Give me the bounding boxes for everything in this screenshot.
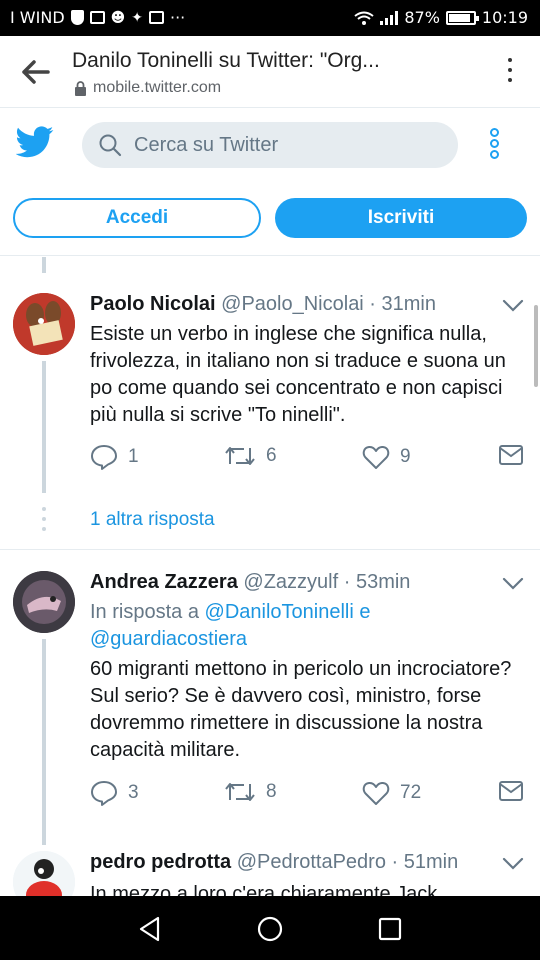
reply-count: 1 (128, 446, 139, 467)
nav-back-icon[interactable] (138, 916, 162, 942)
author-name[interactable]: pedro pedrotta (90, 851, 231, 873)
envelope-icon (499, 445, 523, 465)
battery-level (448, 13, 470, 22)
reply-context: In risposta a @DaniloToninelli e @guardi… (90, 599, 530, 653)
more-notifications-icon: ··· (169, 8, 186, 27)
reply-count: 3 (128, 782, 139, 803)
carrier-label: I WIND (10, 8, 65, 27)
search-input[interactable]: Cerca su Twitter (82, 122, 458, 168)
more-replies-link[interactable]: 1 altra risposta (90, 509, 215, 531)
search-placeholder: Cerca su Twitter (134, 133, 279, 156)
tweet-text: In mezzo a loro c'era chiaramente Jack (90, 883, 438, 896)
envelope-icon (499, 781, 523, 801)
tweet-header: Paolo Nicolai @Paolo_Nicolai · 31min (90, 293, 436, 316)
reply-prefix: In risposta a (90, 601, 199, 623)
chevron-down-icon[interactable] (502, 299, 524, 313)
system-navigation-bar (0, 896, 540, 960)
nav-recents-icon[interactable] (378, 917, 402, 941)
user-add-icon: ☻ (110, 9, 126, 26)
wifi-icon (354, 11, 374, 25)
tweet-actions: 1 6 9 (90, 444, 530, 474)
tweet-actions: 3 8 72 (90, 780, 530, 810)
author-name[interactable]: Paolo Nicolai (90, 293, 216, 315)
author-handle[interactable]: @Zazzyulf · 53min (243, 571, 410, 593)
thread-connector (42, 361, 46, 493)
retweet-count: 6 (266, 445, 277, 466)
thread-dots (42, 507, 46, 537)
login-button[interactable]: Accedi (13, 198, 261, 238)
twitter-header: Cerca su Twitter Accedi Iscriviti (0, 108, 540, 256)
retweet-action[interactable]: 8 (224, 780, 277, 804)
tweet-text: Esiste un verbo in inglese che significa… (90, 323, 506, 426)
like-action[interactable]: 9 (362, 444, 411, 470)
reply-action[interactable]: 1 (90, 444, 139, 470)
avatar[interactable] (13, 571, 75, 633)
tweet-header: pedro pedrotta @PedrottaPedro · 51min (90, 851, 458, 874)
avatar[interactable] (13, 293, 75, 355)
reply-icon (91, 781, 117, 806)
url-bar[interactable]: mobile.twitter.com (74, 79, 221, 97)
author-handle[interactable]: @PedrottaPedro · 51min (237, 851, 459, 873)
mail-icon (89, 11, 105, 24)
browser-toolbar: Danilo Toninelli su Twitter: "Org... mob… (0, 36, 540, 108)
divider (0, 549, 540, 550)
avatar[interactable] (13, 851, 75, 896)
retweet-count: 8 (266, 781, 277, 802)
page-title: Danilo Toninelli su Twitter: "Org... (72, 49, 380, 72)
twitter-bird-icon[interactable] (16, 126, 54, 158)
lock-icon (75, 80, 86, 96)
signup-button[interactable]: Iscriviti (275, 198, 527, 238)
scrollbar[interactable] (534, 305, 538, 387)
shield-icon (70, 10, 84, 25)
browser-menu-icon[interactable] (504, 58, 516, 88)
clock: 10:19 (481, 8, 528, 27)
signal-icon (380, 10, 399, 25)
heart-icon (362, 781, 390, 805)
url-text: mobile.twitter.com (93, 79, 222, 96)
search-icon (99, 134, 122, 157)
like-action[interactable]: 72 (362, 780, 421, 806)
reply-and: e (359, 601, 371, 623)
like-count: 9 (400, 446, 411, 467)
tweet-feed[interactable]: Paolo Nicolai @Paolo_Nicolai · 31min Esi… (0, 257, 540, 896)
retweet-action[interactable]: 6 (224, 444, 277, 468)
like-count: 72 (400, 782, 422, 803)
thread-connector (42, 257, 46, 273)
tweet-text: 60 migranti mettono in pericolo un incro… (90, 658, 512, 761)
battery-percent: 87% (404, 8, 440, 27)
twitter-notification-icon: ✦ (131, 9, 143, 26)
author-name[interactable]: Andrea Zazzera (90, 571, 238, 593)
retweet-icon (225, 783, 255, 801)
mention-link[interactable]: @DaniloToninelli (205, 601, 354, 623)
mention-link[interactable]: @guardiacostiera (90, 628, 247, 650)
thread-connector (42, 639, 46, 845)
chevron-down-icon[interactable] (502, 857, 524, 871)
tweet-header: Andrea Zazzera @Zazzyulf · 53min (90, 571, 410, 594)
gmail-icon (148, 11, 164, 24)
more-options-icon[interactable] (486, 128, 502, 164)
reply-action[interactable]: 3 (90, 780, 139, 806)
battery-icon (445, 10, 479, 25)
chevron-down-icon[interactable] (502, 577, 524, 591)
author-handle[interactable]: @Paolo_Nicolai · 31min (221, 293, 436, 315)
heart-icon (362, 445, 390, 469)
nav-home-icon[interactable] (256, 915, 284, 943)
status-bar: I WIND ☻ ✦ ··· 87% 10:19 (0, 0, 540, 36)
retweet-icon (225, 447, 255, 465)
back-arrow-icon[interactable] (16, 56, 56, 88)
direct-message-action[interactable] (498, 444, 524, 466)
direct-message-action[interactable] (498, 780, 524, 802)
reply-icon (91, 445, 117, 470)
